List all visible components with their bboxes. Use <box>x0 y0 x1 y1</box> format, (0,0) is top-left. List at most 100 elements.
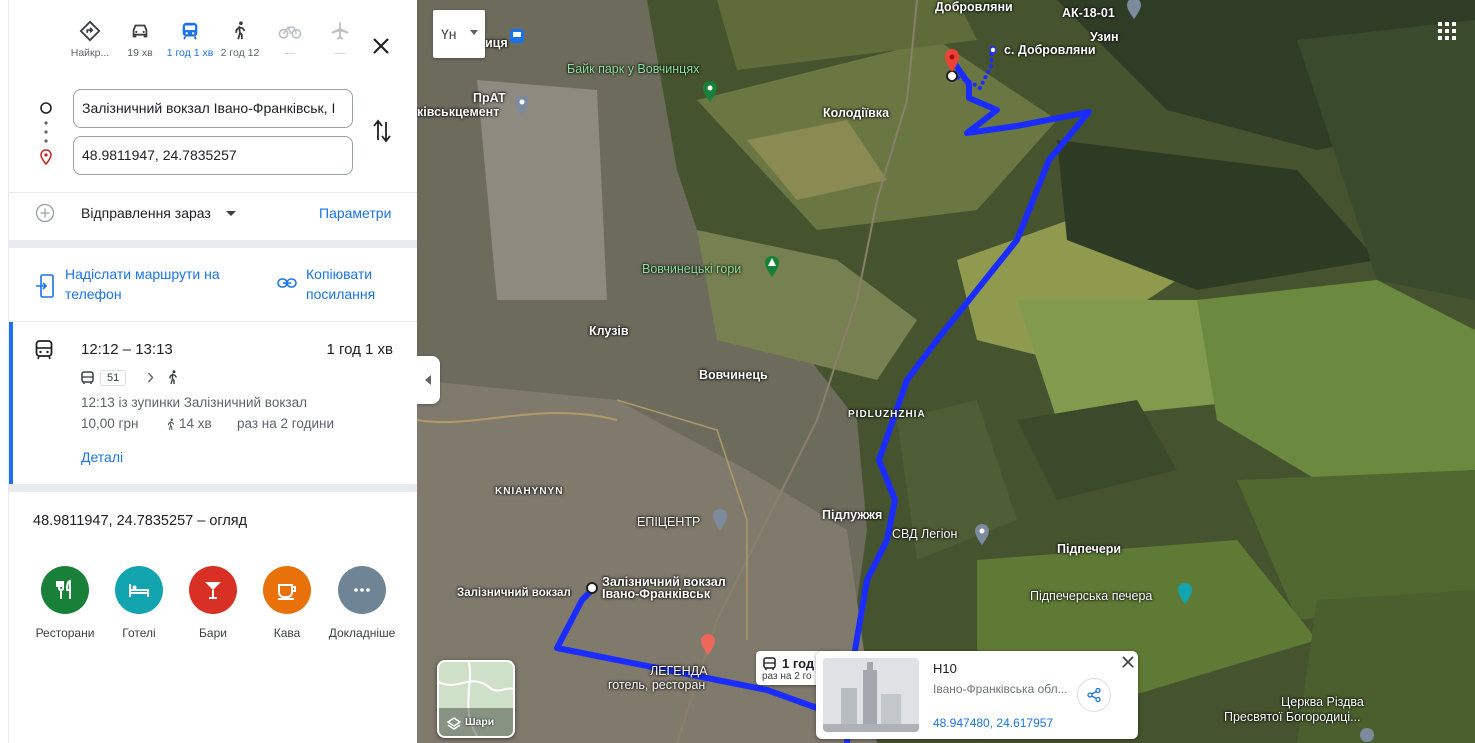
depart-now-dropdown[interactable]: Відправлення зараз <box>81 205 211 221</box>
more-icon <box>338 566 386 614</box>
map-label: Клузів <box>589 324 629 338</box>
tooltip-frequency: раз на 2 го <box>762 671 812 682</box>
link-icon <box>277 278 297 288</box>
satellite-imagery <box>417 0 1475 743</box>
mode-best[interactable]: Найкр... <box>62 20 118 60</box>
map-label: Байк парк у Вовчинцях <box>567 62 700 76</box>
map-label: Підпечерська печера <box>1030 589 1153 603</box>
bus-icon <box>763 657 776 670</box>
category-coffee[interactable]: Кава <box>250 566 324 640</box>
bus-route-badge: 51 <box>100 370 127 386</box>
place-coordinates[interactable]: 48.947480, 24.617957 <box>933 716 1053 730</box>
map-label: ЕПІЦЕНТР <box>637 515 701 529</box>
mode-best-label: Найкр... <box>70 47 110 59</box>
close-icon[interactable] <box>369 34 393 58</box>
map-label: ЛЕГЕНДА <box>650 664 708 678</box>
share-icon <box>1087 688 1101 702</box>
chevron-down-icon[interactable] <box>226 211 236 216</box>
place-name: Н10 <box>933 661 957 676</box>
place-region: Івано-Франківська обл... <box>933 682 1068 696</box>
restaurant-icon <box>41 566 89 614</box>
travel-mode-bar: Найкр... 19 хв 1 год 1 хв 2 год 12 — — <box>9 14 417 84</box>
send-to-phone-link[interactable]: Надіслати маршрути на телефон <box>65 264 255 304</box>
close-icon[interactable] <box>1121 655 1135 669</box>
mode-walk[interactable]: 2 год 12 <box>212 20 268 60</box>
bar-icon <box>189 566 237 614</box>
destination-pin-icon <box>40 149 52 165</box>
route-inputs: Залізничний вокзал Івано-Франківськ, І 4… <box>9 88 417 184</box>
plane-icon <box>331 21 349 40</box>
mode-flight[interactable]: — <box>312 20 368 60</box>
apps-grid-icon[interactable] <box>1438 22 1456 40</box>
map-label: ківськцемент <box>417 105 500 119</box>
map-label: Церква Різдва <box>1281 695 1364 709</box>
swap-icon[interactable] <box>371 118 393 144</box>
map-label: Узин <box>1090 30 1119 44</box>
map-label: Вовчинецькі гори <box>642 262 742 276</box>
map-label: PIDLUZHZHIA <box>848 409 926 420</box>
walk-icon <box>167 418 175 431</box>
map-label: Залізничний вокзал <box>457 587 571 599</box>
category-restaurants[interactable]: Ресторани <box>28 566 102 640</box>
directions-panel: Найкр... 19 хв 1 год 1 хв 2 год 12 — — З… <box>0 0 417 743</box>
place-card[interactable]: Н10 Івано-Франківська обл... 48.947480, … <box>816 651 1138 739</box>
map-label: иця <box>485 36 508 50</box>
chevron-down-icon <box>470 30 478 35</box>
options-link[interactable]: Параметри <box>319 205 391 221</box>
departure-stop: 12:13 із зупинки Залізничний вокзал <box>81 395 307 410</box>
mode-transit[interactable]: 1 год 1 хв <box>162 20 218 60</box>
map-label: Добровляни <box>935 0 1013 14</box>
category-label: Ресторани <box>35 626 95 640</box>
layers-button[interactable]: Шари <box>437 660 515 738</box>
chevron-left-icon <box>425 375 431 385</box>
collapse-panel-button[interactable] <box>417 356 440 404</box>
trip-option[interactable]: 12:12 – 13:13 1 год 1 хв 51 12:13 із зуп… <box>9 322 417 484</box>
layers-label: Шари <box>465 716 495 728</box>
origin-input[interactable]: Залізничний вокзал Івано-Франківськ, І <box>73 89 353 128</box>
details-link[interactable]: Деталі <box>81 449 123 465</box>
section-divider <box>9 240 417 248</box>
layers-icon <box>447 717 461 730</box>
transit-icon <box>182 22 198 40</box>
category-label: Бари <box>199 626 227 640</box>
transit-icon <box>35 340 53 360</box>
mode-transit-label: 1 год 1 хв <box>166 47 214 59</box>
chevron-right-icon <box>147 372 154 383</box>
origin-circle-icon <box>40 102 52 114</box>
category-bars[interactable]: Бари <box>176 566 250 640</box>
mode-bike-label: — <box>284 47 296 59</box>
map-label: с. Добровляни <box>1004 43 1096 57</box>
bike-icon <box>278 26 302 39</box>
map-label: Підлужжя <box>822 508 883 522</box>
copy-link[interactable]: Копіювати посилання <box>306 264 406 304</box>
language-button[interactable]: Үн <box>433 10 485 58</box>
map-label: KNIAHYNYN <box>495 486 564 497</box>
category-hotels[interactable]: Готелі <box>102 566 176 640</box>
frequency: раз на 2 години <box>237 416 335 431</box>
map-label: СВД Легіон <box>892 527 958 541</box>
mode-car-label: 19 хв <box>127 47 153 59</box>
tooltip-duration: 1 год <box>782 656 815 671</box>
trip-meta: 10,00 грн 14 хв раз на 2 години <box>81 416 401 434</box>
mode-walk-label: 2 год 12 <box>220 47 260 59</box>
map-label: Івано-Франківськ <box>602 587 711 601</box>
map-view[interactable]: Добровляни АК-18-01 Узин с. Добровляни и… <box>417 0 1475 743</box>
destination-input[interactable]: 48.9811947, 24.7835257 <box>73 136 353 175</box>
walk-icon <box>169 370 178 385</box>
hotel-icon <box>115 566 163 614</box>
category-more[interactable]: Докладніше <box>324 566 400 640</box>
mode-bike[interactable]: — <box>262 20 318 60</box>
walk-icon <box>235 21 246 40</box>
mode-car[interactable]: 19 хв <box>112 20 168 60</box>
add-stop-icon[interactable] <box>35 203 55 223</box>
bus-icon <box>81 371 94 384</box>
share-button[interactable] <box>1077 678 1111 712</box>
trip-times: 12:12 – 13:13 <box>81 341 173 358</box>
walk-duration: 14 хв <box>179 416 212 431</box>
send-to-phone-icon <box>36 274 54 298</box>
depart-options-row: Відправлення зараз Параметри <box>9 192 417 240</box>
map-label: Підпечери <box>1057 542 1122 556</box>
category-label: Кава <box>273 626 301 640</box>
language-label: Үн <box>441 26 457 42</box>
category-label: Докладніше <box>328 626 396 640</box>
